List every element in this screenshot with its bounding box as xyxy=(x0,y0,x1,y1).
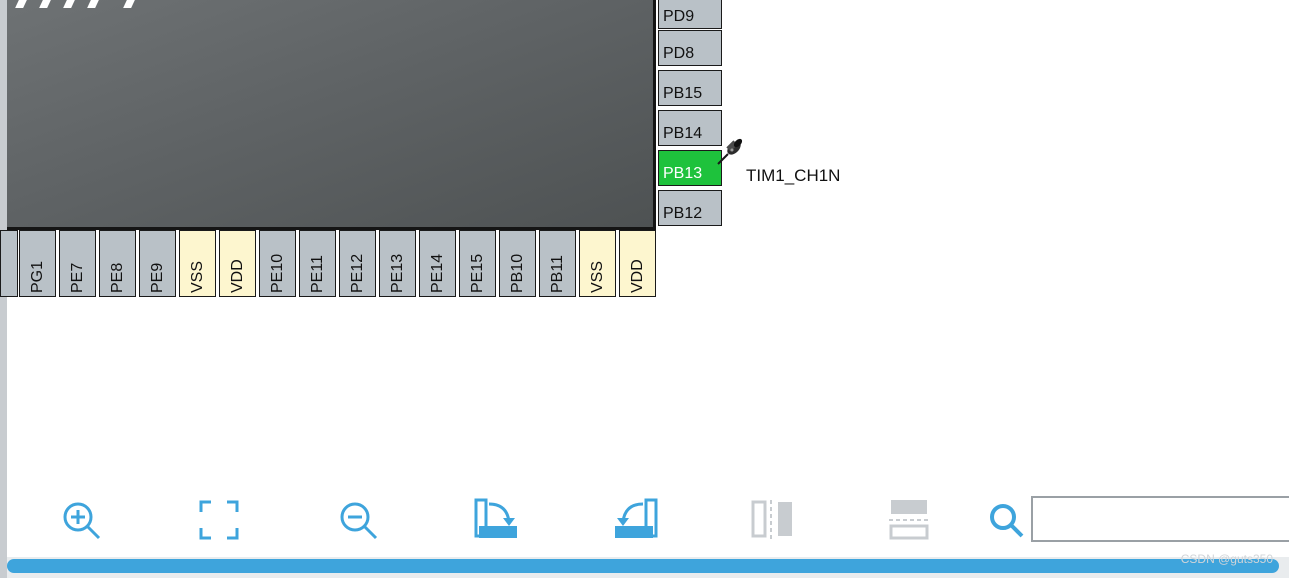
mcu-pin-pb12[interactable]: PB12 xyxy=(658,190,722,226)
mcu-pin-pe13[interactable]: PE13 xyxy=(379,230,416,297)
mcu-pin-pb10[interactable]: PB10 xyxy=(499,230,536,297)
mcu-pin-pe8[interactable]: PE8 xyxy=(99,230,136,297)
zoom-in-button[interactable] xyxy=(56,496,106,544)
mcu-pin-pe10[interactable]: PE10 xyxy=(259,230,296,297)
pin-label: PE12 xyxy=(348,253,366,293)
pin-label: PE10 xyxy=(268,253,286,293)
mcu-pin-pe11[interactable]: PE11 xyxy=(299,230,336,297)
pin-label: PE15 xyxy=(468,253,486,293)
flip-vertical-icon xyxy=(751,500,792,540)
pin-label: PB11 xyxy=(548,255,566,293)
mcu-pin-pe12[interactable]: PE12 xyxy=(339,230,376,297)
mcu-pin-vss[interactable]: VSS xyxy=(579,230,616,297)
mcu-pin-pb15[interactable]: PB15 xyxy=(658,70,722,106)
mcu-pin-pe15[interactable]: PE15 xyxy=(459,230,496,297)
pin-label: VDD xyxy=(228,259,246,293)
mcu-package-body xyxy=(7,0,656,230)
mcu-pin-pb11[interactable]: PB11 xyxy=(539,230,576,297)
pushpin-icon xyxy=(717,138,743,165)
zoom-out-icon xyxy=(340,502,378,540)
chip-pin1-marks xyxy=(15,0,157,8)
rotate-clockwise-button[interactable] xyxy=(472,496,522,544)
mcu-pin-vss[interactable]: VSS xyxy=(179,230,216,297)
mcu-pin-vdd[interactable]: VDD xyxy=(219,230,256,297)
fit-to-screen-button[interactable] xyxy=(194,496,244,544)
mcu-pin-pe7[interactable]: PE7 xyxy=(59,230,96,297)
pin-label: PE8 xyxy=(108,262,126,293)
pin-label: VSS xyxy=(188,260,206,293)
mcu-pin-partial[interactable] xyxy=(0,230,18,297)
pin-signal-label: TIM1_CH1N xyxy=(746,166,841,185)
flip-horizontal-button[interactable] xyxy=(884,496,934,544)
pin-label: VDD xyxy=(628,259,646,293)
fit-to-screen-icon xyxy=(199,500,239,540)
horizontal-scrollbar-thumb[interactable] xyxy=(7,559,1279,573)
rotate-clockwise-icon xyxy=(474,498,517,538)
pin-label: PE7 xyxy=(68,262,86,293)
mcu-pin-pd9[interactable]: PD9 xyxy=(658,0,722,29)
pin-label: PE13 xyxy=(388,253,406,293)
watermark: CSDN @guts350 xyxy=(1180,552,1273,566)
flip-horizontal-icon xyxy=(889,500,929,540)
pin-label: PB10 xyxy=(508,253,526,293)
rotate-counterclockwise-button[interactable] xyxy=(610,496,660,544)
mcu-pin-pg1[interactable]: PG1 xyxy=(19,230,56,297)
rotate-counterclockwise-icon xyxy=(615,498,658,538)
pin-label: VSS xyxy=(588,260,606,293)
mcu-pin-pe14[interactable]: PE14 xyxy=(419,230,456,297)
mcu-pin-pe9[interactable]: PE9 xyxy=(139,230,176,297)
search-icon[interactable] xyxy=(986,500,1026,540)
mcu-pin-vdd[interactable]: VDD xyxy=(619,230,656,297)
zoom-out-button[interactable] xyxy=(333,496,383,544)
pin-label: PE9 xyxy=(148,262,166,293)
mcu-pin-pd8[interactable]: PD8 xyxy=(658,30,722,66)
flip-vertical-button[interactable] xyxy=(747,496,797,544)
pin-label: PE14 xyxy=(428,253,446,293)
pin-label: PE11 xyxy=(308,255,326,293)
pin-search-input[interactable] xyxy=(1031,496,1289,542)
zoom-in-icon xyxy=(63,502,101,540)
pin-label: PG1 xyxy=(28,260,46,293)
